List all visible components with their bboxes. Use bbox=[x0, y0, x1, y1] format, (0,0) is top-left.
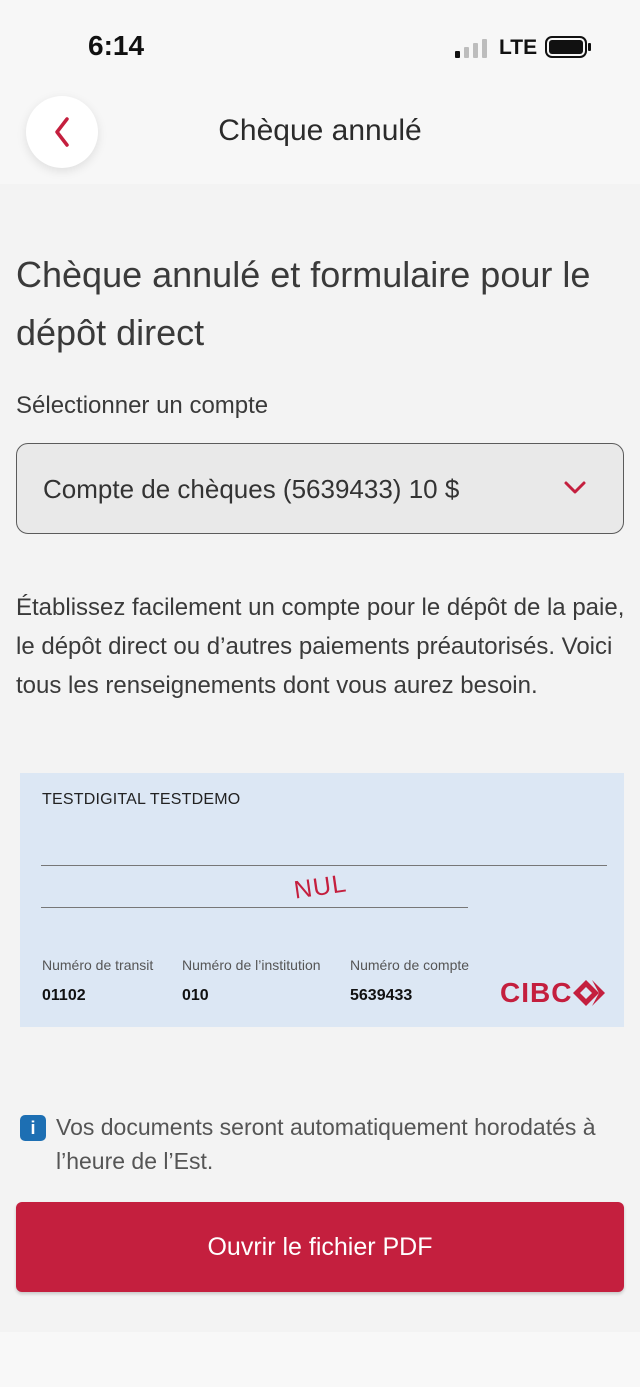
cibc-diamond-icon bbox=[573, 980, 605, 1006]
nav-bar: Chèque annulé bbox=[0, 90, 640, 184]
cheque-line bbox=[41, 907, 468, 908]
account-select[interactable]: Compte de chèques (5639433) 10 $ bbox=[16, 443, 624, 534]
transit-value: 01102 bbox=[42, 987, 86, 1004]
institution-label: Numéro de l’institution bbox=[182, 957, 321, 973]
void-cheque-image: TESTDIGITAL TESTDEMO NUL Numéro de trans… bbox=[20, 773, 624, 1027]
chevron-down-icon bbox=[564, 481, 586, 494]
account-select-value: Compte de chèques (5639433) 10 $ bbox=[43, 474, 460, 504]
signal-icon bbox=[455, 39, 487, 58]
transit-label: Numéro de transit bbox=[42, 957, 154, 973]
section-heading: Chèque annulé et formulaire pour le dépô… bbox=[16, 254, 591, 353]
page-title: Chèque annulé bbox=[218, 114, 422, 147]
description-text: Établissez facilement un compte pour le … bbox=[16, 594, 625, 699]
cibc-logo: CIBC bbox=[500, 977, 608, 1009]
void-stamp: NUL bbox=[292, 869, 349, 905]
status-bar: 6:14 LTE bbox=[0, 0, 640, 90]
info-icon: i bbox=[20, 1115, 46, 1141]
account-select-label: Sélectionner un compte bbox=[16, 392, 269, 419]
cheque-holder-name: TESTDIGITAL TESTDEMO bbox=[42, 791, 241, 808]
cibc-logo-text: CIBC bbox=[500, 977, 573, 1008]
open-pdf-button[interactable]: Ouvrir le fichier PDF bbox=[16, 1202, 624, 1292]
account-number-label: Numéro de compte bbox=[350, 957, 470, 973]
institution-value: 010 bbox=[182, 987, 209, 1004]
network-label: LTE bbox=[499, 36, 538, 59]
cheque-line bbox=[41, 865, 607, 866]
account-number-value: 5639433 bbox=[350, 987, 413, 1004]
battery-icon bbox=[545, 36, 591, 58]
bottom-bar bbox=[0, 1332, 640, 1387]
status-time: 6:14 bbox=[88, 30, 145, 61]
timestamp-note: Vos documents seront automatiquement hor… bbox=[56, 1114, 596, 1174]
